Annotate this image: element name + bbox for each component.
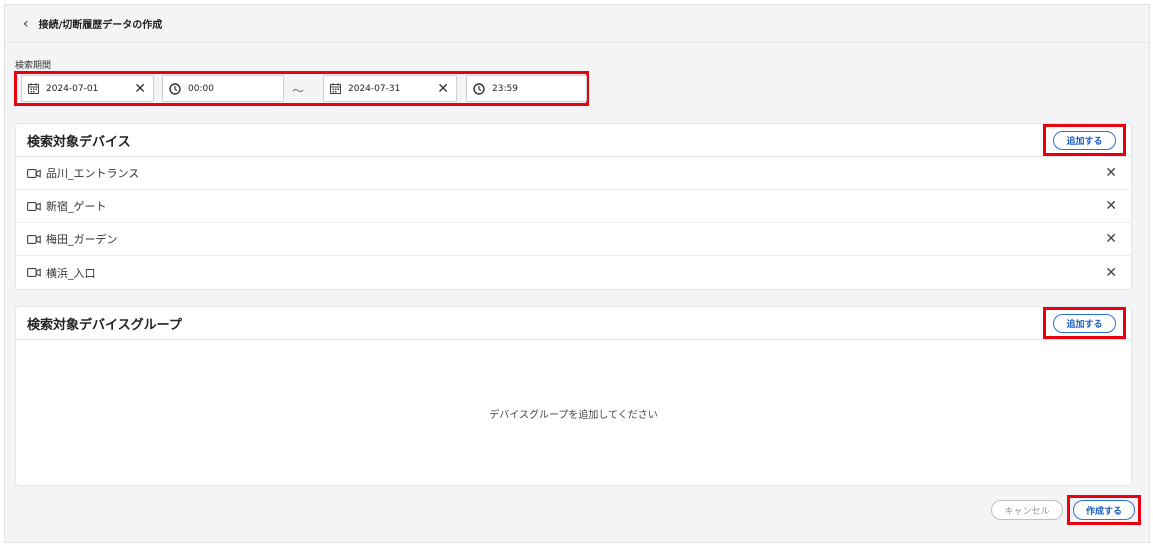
device-groups-title: 検索対象デバイスグループ xyxy=(27,317,182,333)
start-time-value: 00:00 xyxy=(188,83,214,94)
calendar-icon xyxy=(330,83,341,94)
add-device-button[interactable]: 追加する xyxy=(1053,130,1116,150)
devices-card: 検索対象デバイス 追加する 品川_エントランス ✕ 新宿_ゲート ✕ 梅田_ガー… xyxy=(15,123,1132,290)
end-time-value: 23:59 xyxy=(492,83,518,94)
clear-start-date-icon[interactable]: ✕ xyxy=(134,82,146,96)
device-groups-card-header: 検索対象デバイスグループ 追加する xyxy=(16,307,1131,340)
camera-icon xyxy=(27,201,41,211)
create-highlight: 作成する xyxy=(1067,495,1141,525)
empty-state-text: デバイスグループを追加してください xyxy=(489,409,658,421)
list-item: 品川_エントランス ✕ xyxy=(16,157,1131,190)
remove-device-icon[interactable]: ✕ xyxy=(1105,165,1117,181)
remove-device-icon[interactable]: ✕ xyxy=(1105,231,1117,247)
devices-card-header: 検索対象デバイス 追加する xyxy=(16,124,1131,157)
list-item: 梅田_ガーデン ✕ xyxy=(16,223,1131,256)
devices-title: 検索対象デバイス xyxy=(27,134,131,150)
clock-icon xyxy=(169,82,181,95)
remove-device-icon[interactable]: ✕ xyxy=(1105,198,1117,214)
device-name: 横浜_入口 xyxy=(46,266,96,280)
end-time-field[interactable]: 23:59 xyxy=(466,75,587,102)
end-date-field[interactable]: 2024-07-31 ✕ xyxy=(323,75,457,102)
add-device-group-button[interactable]: 追加する xyxy=(1053,313,1116,333)
page-title: 接続/切断履歴データの作成 xyxy=(38,20,163,31)
cancel-button[interactable]: キャンセル xyxy=(991,500,1063,520)
add-groups-highlight: 追加する xyxy=(1043,307,1126,339)
device-groups-card: 検索対象デバイスグループ 追加する デバイスグループを追加してください xyxy=(15,306,1132,486)
start-time-field[interactable]: 00:00 xyxy=(162,75,284,102)
camera-icon xyxy=(27,168,41,178)
create-button[interactable]: 作成する xyxy=(1073,500,1135,520)
start-date-value: 2024-07-01 xyxy=(46,83,99,94)
device-name: 品川_エントランス xyxy=(46,167,140,180)
list-item: 横浜_入口 ✕ xyxy=(16,256,1131,289)
list-item: 新宿_ゲート ✕ xyxy=(16,190,1131,223)
device-name: 梅田_ガーデン xyxy=(46,233,118,246)
calendar-icon xyxy=(28,83,39,94)
clock-icon xyxy=(473,82,485,95)
add-devices-highlight: 追加する xyxy=(1043,124,1126,156)
start-date-field[interactable]: 2024-07-01 ✕ xyxy=(21,75,154,102)
remove-device-icon[interactable]: ✕ xyxy=(1105,265,1117,281)
period-label: 検索期間 xyxy=(15,61,52,71)
clear-end-date-icon[interactable]: ✕ xyxy=(437,82,449,96)
page-header: ‹ 接続/切断履歴データの作成 xyxy=(5,5,1149,43)
end-date-value: 2024-07-31 xyxy=(348,83,401,94)
device-name: 新宿_ゲート xyxy=(46,200,107,213)
period-separator: ～ xyxy=(292,84,305,98)
camera-icon xyxy=(27,234,41,244)
back-icon[interactable]: ‹ xyxy=(23,17,29,31)
camera-icon xyxy=(27,268,41,277)
